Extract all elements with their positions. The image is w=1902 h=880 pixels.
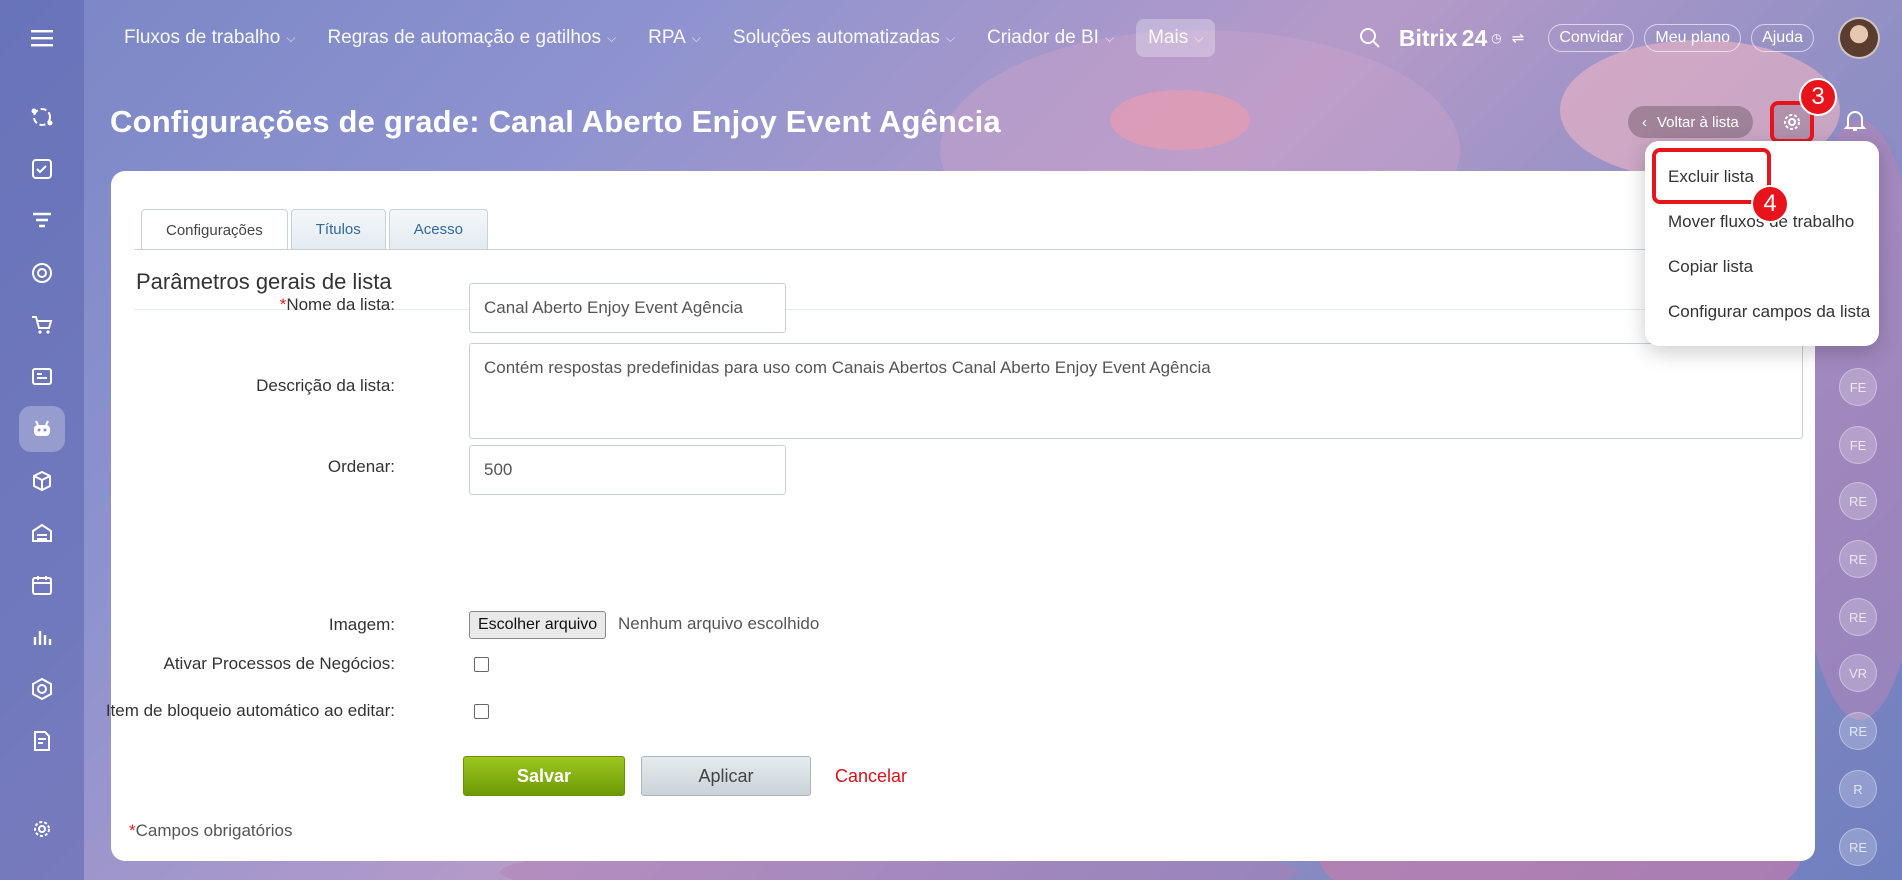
chevron-down-icon: ⌵ xyxy=(1104,30,1115,45)
funnel-icon[interactable] xyxy=(19,198,65,244)
top-right-tools: Bitrix 24 ◷ ⇌ Convidar Meu plano Ajuda xyxy=(1359,0,1902,76)
bitrix-logo[interactable]: Bitrix 24 ◷ ⇌ xyxy=(1399,25,1524,52)
menu-configure-fields[interactable]: Configurar campos da lista xyxy=(1668,302,1870,322)
tasks-icon[interactable] xyxy=(19,146,65,192)
help-button[interactable]: Ajuda xyxy=(1751,24,1814,52)
member-avatar[interactable]: FE xyxy=(1839,426,1877,464)
chevron-down-icon: ⌵ xyxy=(286,30,296,45)
apply-button[interactable]: Aplicar xyxy=(641,756,811,796)
flows-icon[interactable] xyxy=(19,94,65,140)
my-plan-button[interactable]: Meu plano xyxy=(1644,24,1742,52)
settings-card: Configurações Títulos Acesso Parâmetros … xyxy=(106,171,1815,861)
automation-robot-icon[interactable] xyxy=(19,406,65,452)
member-avatar[interactable]: FE xyxy=(1839,368,1877,406)
list-name-input[interactable]: Canal Aberto Enjoy Event Agência xyxy=(469,283,786,333)
list-actions-menu: Excluir lista Mover fluxos de trabalho C… xyxy=(1645,141,1879,346)
nav-fluxos[interactable]: Fluxos de trabalho ⌵ xyxy=(114,19,305,57)
box-icon[interactable] xyxy=(19,458,65,504)
description-label: Descrição da lista: xyxy=(256,376,395,395)
left-sidebar xyxy=(0,0,84,880)
tab-titulos[interactable]: Títulos xyxy=(290,209,386,249)
business-process-label: Ativar Processos de Negócios: xyxy=(163,654,396,673)
nav-mais[interactable]: Mais ⌵ xyxy=(1136,19,1216,57)
list-description-textarea[interactable]: Contém respostas predefinidas para uso c… xyxy=(469,343,1803,439)
business-process-checkbox[interactable] xyxy=(474,657,489,672)
notifications-bell-icon[interactable] xyxy=(1843,108,1867,139)
image-label: Imagem: xyxy=(328,615,395,634)
step-badge-4: 4 xyxy=(1751,185,1789,223)
nav-rpa[interactable]: RPA ⌵ xyxy=(638,19,711,57)
invite-button[interactable]: Convidar xyxy=(1548,24,1635,52)
auto-lock-label: Item de bloqueio automático ao editar: xyxy=(105,701,395,720)
sort-label: Ordenar: xyxy=(327,457,395,476)
member-avatar[interactable]: VR xyxy=(1839,654,1877,692)
page-title: Configurações de grade: Canal Aberto Enj… xyxy=(110,104,1001,139)
chevron-left-icon: ‹ xyxy=(1642,113,1647,131)
no-file-text: Nenhum arquivo escolhido xyxy=(618,614,820,633)
nav-regras[interactable]: Regras de automação e gatilhos ⌵ xyxy=(317,19,626,57)
section-title: Parâmetros gerais de lista xyxy=(136,269,392,294)
gear-icon xyxy=(1784,114,1800,130)
news-icon[interactable] xyxy=(19,354,65,400)
chevron-down-icon: ⌵ xyxy=(945,30,956,45)
name-label: *Nome da lista: xyxy=(279,295,395,314)
nav-solucoes[interactable]: Soluções automatizadas ⌵ xyxy=(723,19,965,57)
clock-icon: ◷ xyxy=(1491,31,1502,45)
top-bar: Fluxos de trabalho ⌵ Regras de automação … xyxy=(84,0,1902,76)
calendar-icon[interactable] xyxy=(19,562,65,608)
chevron-down-icon: ⌵ xyxy=(1194,30,1204,45)
member-avatar[interactable]: RE xyxy=(1839,598,1877,636)
tab-configuracoes[interactable]: Configurações xyxy=(141,209,288,250)
choose-file-button[interactable]: Escolher arquivo xyxy=(469,611,607,639)
analytics-icon[interactable] xyxy=(19,614,65,660)
step-badge-3: 3 xyxy=(1799,78,1837,116)
document-sign-icon[interactable] xyxy=(19,718,65,764)
menu-delete-list[interactable]: Excluir lista xyxy=(1668,167,1754,187)
member-avatar[interactable]: RE xyxy=(1839,828,1877,866)
back-to-list-button[interactable]: ‹ Voltar à lista xyxy=(1628,106,1753,138)
chevron-down-icon: ⌵ xyxy=(607,30,617,45)
member-avatar[interactable]: RE xyxy=(1839,482,1877,520)
sliders-icon: ⇌ xyxy=(1511,30,1525,47)
member-avatar[interactable]: R xyxy=(1839,770,1877,808)
member-avatar[interactable]: RE xyxy=(1839,540,1877,578)
tab-bar: Configurações Títulos Acesso xyxy=(141,209,488,250)
cancel-link[interactable]: Cancelar xyxy=(835,766,907,787)
user-avatar[interactable] xyxy=(1838,17,1880,59)
tab-divider xyxy=(134,249,1804,250)
nav-criador-bi[interactable]: Criador de BI ⌵ xyxy=(977,19,1124,57)
top-navigation: Fluxos de trabalho ⌵ Regras de automação … xyxy=(114,19,1227,57)
required-fields-note: *Campos obrigatórios xyxy=(129,821,293,840)
warehouse-icon[interactable] xyxy=(19,510,65,556)
sort-input[interactable]: 500 xyxy=(469,445,786,495)
cart-icon[interactable] xyxy=(19,302,65,348)
target-icon[interactable] xyxy=(19,250,65,296)
chevron-down-icon: ⌵ xyxy=(691,30,701,45)
tab-acesso[interactable]: Acesso xyxy=(388,209,488,249)
menu-hamburger-icon[interactable] xyxy=(22,22,62,54)
save-button[interactable]: Salvar xyxy=(463,756,625,796)
member-avatar[interactable]: RE xyxy=(1839,712,1877,750)
settings-gear-icon[interactable] xyxy=(19,806,65,852)
search-icon[interactable] xyxy=(1359,27,1381,49)
auto-lock-checkbox[interactable] xyxy=(474,704,489,719)
hexagon-icon[interactable] xyxy=(19,666,65,712)
menu-copy-list[interactable]: Copiar lista xyxy=(1668,257,1753,277)
